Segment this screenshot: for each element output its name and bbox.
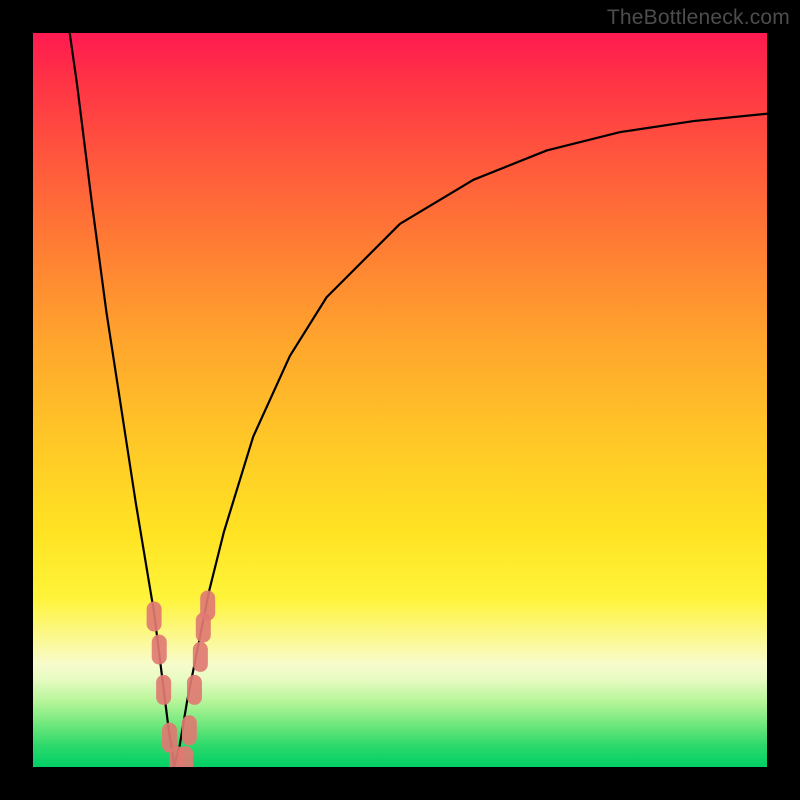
- attribution-watermark: TheBottleneck.com: [607, 6, 790, 30]
- marker-point: [193, 642, 208, 672]
- marker-point: [156, 675, 171, 705]
- marker-point: [178, 746, 193, 767]
- marker-point: [187, 675, 202, 705]
- chart-frame: TheBottleneck.com: [0, 0, 800, 800]
- marker-point: [200, 591, 215, 621]
- marker-point: [152, 635, 167, 665]
- chart-plot-area: [33, 33, 767, 767]
- bottleneck-curve: [33, 33, 767, 767]
- curve-right-branch: [174, 114, 767, 767]
- marker-point: [182, 715, 197, 745]
- marker-point: [147, 602, 162, 632]
